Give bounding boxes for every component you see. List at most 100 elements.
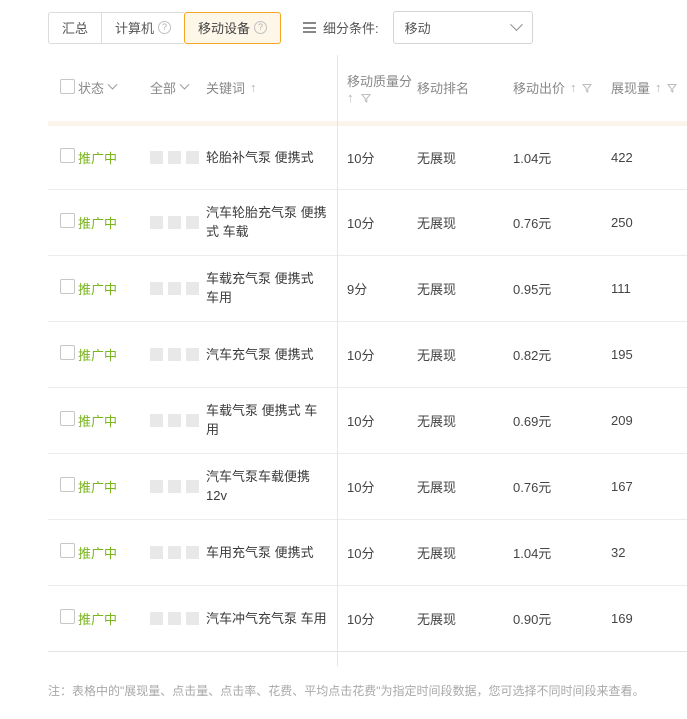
chevron-down-icon — [179, 79, 190, 90]
table-row: 推广中 车用充气泵 便携式 10分 无展现 1.04元 32 — [48, 519, 687, 586]
keyword-text[interactable]: 汽车气泵车载便携 12v — [206, 469, 310, 503]
filter-icon[interactable] — [666, 83, 677, 93]
select-all-checkbox[interactable] — [60, 78, 75, 94]
quality-score-value: 10分 — [347, 611, 375, 627]
impressions-value: 195 — [611, 346, 633, 362]
mobile-rank-value: 无展现 — [417, 347, 457, 363]
tab-mobile-device[interactable]: 移动设备 ? — [184, 11, 282, 44]
header-status[interactable]: 状态 — [78, 55, 150, 126]
impressions-value: 32 — [611, 544, 626, 560]
sort-ascending-icon[interactable]: ↑ — [250, 81, 257, 94]
header-status-label: 状态 — [78, 81, 105, 97]
row-checkbox[interactable] — [60, 411, 75, 426]
help-icon[interactable]: ? — [158, 21, 172, 34]
header-impressions-label: 展现量 — [611, 81, 651, 97]
status-badge: 推广中 — [78, 545, 118, 561]
row-checkbox[interactable] — [60, 279, 75, 294]
help-icon[interactable]: ? — [254, 21, 268, 34]
sort-ascending-icon[interactable]: ↑ — [570, 81, 577, 94]
quality-score-value: 10分 — [347, 413, 375, 429]
table-row: 推广中 车载充气泵 便携式 车用 9分 无展现 0.95元 111 — [48, 255, 687, 322]
header-mobile-bid[interactable]: 移动出价 ↑ — [513, 55, 611, 126]
sort-ascending-icon[interactable]: ↑ — [655, 81, 662, 94]
keyword-text[interactable]: 汽车轮胎充气泵 便携式 车载 — [206, 205, 327, 239]
tab-computer-label: 计算机 — [115, 21, 155, 36]
impressions-value: 209 — [611, 412, 633, 428]
mobile-rank-value: 无展现 — [417, 413, 457, 429]
chevron-down-icon — [107, 79, 118, 90]
row-checkbox[interactable] — [60, 477, 75, 492]
quality-score-value: 10分 — [347, 479, 375, 495]
mobile-rank-value: 无展现 — [417, 281, 457, 297]
placeholder-blocks — [150, 413, 206, 427]
quality-score-value: 10分 — [347, 150, 375, 166]
row-checkbox[interactable] — [60, 543, 75, 558]
segment-select[interactable]: 移动 — [392, 11, 533, 44]
quality-score-value: 10分 — [347, 215, 375, 231]
impressions-value: 167 — [611, 478, 633, 494]
tab-mobile-device-label: 移动设备 — [198, 21, 251, 36]
header-all-label: 全部 — [150, 81, 177, 97]
quality-score-value: 9分 — [347, 281, 368, 297]
chevron-down-icon — [509, 18, 523, 32]
status-badge: 推广中 — [78, 479, 118, 495]
segment-select-value: 移动 — [404, 21, 431, 36]
mobile-bid-value[interactable]: 0.90元 — [513, 612, 551, 627]
keyword-text[interactable]: 车载气泵 便携式 车用 — [206, 403, 317, 437]
mobile-bid-value[interactable]: 0.82元 — [513, 348, 551, 363]
row-checkbox[interactable] — [60, 609, 75, 624]
mobile-rank-value: 无展现 — [417, 611, 457, 627]
impressions-value: 111 — [611, 280, 631, 296]
mobile-rank-value: 无展现 — [417, 545, 457, 561]
keyword-text[interactable]: 车用充气泵 便携式 — [206, 545, 314, 560]
table-row: 推广中 汽车充气泵 便携式 10分 无展现 0.82元 195 — [48, 321, 687, 388]
mobile-bid-value[interactable]: 0.95元 — [513, 282, 551, 297]
mobile-bid-value[interactable]: 0.76元 — [513, 216, 551, 231]
list-icon — [303, 22, 317, 33]
tab-summary-label: 汇总 — [62, 21, 89, 36]
placeholder-blocks — [150, 545, 206, 559]
frozen-column-divider — [337, 55, 338, 666]
header-impressions[interactable]: 展现量 ↑ — [611, 55, 687, 126]
table-row: 推广中 汽车冲气充气泵 车用 10分 无展现 0.90元 169 — [48, 585, 687, 652]
status-badge: 推广中 — [78, 150, 118, 166]
placeholder-blocks — [150, 281, 206, 295]
header-keyword[interactable]: 关键词 ↑ — [206, 55, 337, 126]
keyword-table-container: 状态 全部 关键词 ↑ 移动质量分 ↑ 移动排名 移动出价 ↑ 展现量 ↑ 推广… — [48, 55, 687, 666]
mobile-bid-value[interactable]: 1.04元 — [513, 151, 551, 166]
row-checkbox[interactable] — [60, 213, 75, 228]
impressions-value: 169 — [611, 610, 633, 626]
keyword-text[interactable]: 汽车充气泵 便携式 — [206, 347, 314, 362]
header-mobile-rank[interactable]: 移动排名 — [417, 55, 513, 126]
placeholder-blocks — [150, 215, 206, 229]
impressions-value: 422 — [611, 149, 633, 165]
row-checkbox[interactable] — [60, 148, 75, 163]
table-row: 推广中 车载气泵 便携式 车用 10分 无展现 0.69元 209 — [48, 387, 687, 454]
header-all[interactable]: 全部 — [150, 55, 206, 126]
mobile-rank-value: 无展现 — [417, 150, 457, 166]
tab-computer[interactable]: 计算机 ? — [101, 11, 185, 44]
mobile-bid-value[interactable]: 0.76元 — [513, 480, 551, 495]
mobile-bid-value[interactable]: 0.69元 — [513, 414, 551, 429]
keyword-text[interactable]: 汽车冲气充气泵 车用 — [206, 611, 327, 626]
filter-icon[interactable] — [581, 83, 592, 93]
footer-note: 注：表格中的"展现量、点击量、点击率、花费、平均点击花费"为指定时间段数据，您可… — [48, 684, 645, 698]
header-quality-score[interactable]: 移动质量分 ↑ — [337, 55, 417, 126]
status-badge: 推广中 — [78, 611, 118, 627]
keyword-text[interactable]: 车载充气泵 便携式 车用 — [206, 271, 314, 305]
filter-icon[interactable] — [360, 93, 371, 103]
row-checkbox[interactable] — [60, 345, 75, 360]
placeholder-blocks — [150, 347, 206, 361]
keyword-text[interactable]: 轮胎补气泵 便携式 — [206, 150, 314, 165]
mobile-bid-value[interactable]: 1.04元 — [513, 546, 551, 561]
sort-ascending-icon[interactable]: ↑ — [347, 91, 354, 104]
tab-summary[interactable]: 汇总 — [48, 11, 102, 44]
quality-score-value: 10分 — [347, 545, 375, 561]
header-select-all — [48, 55, 78, 126]
segment-condition-text: 细分条件: — [323, 21, 379, 36]
placeholder-blocks — [150, 479, 206, 493]
mobile-rank-value: 无展现 — [417, 215, 457, 231]
table-header: 状态 全部 关键词 ↑ 移动质量分 ↑ 移动排名 移动出价 ↑ 展现量 ↑ — [48, 55, 687, 126]
impressions-value: 250 — [611, 214, 633, 230]
segment-condition-label: 细分条件: — [303, 18, 379, 37]
